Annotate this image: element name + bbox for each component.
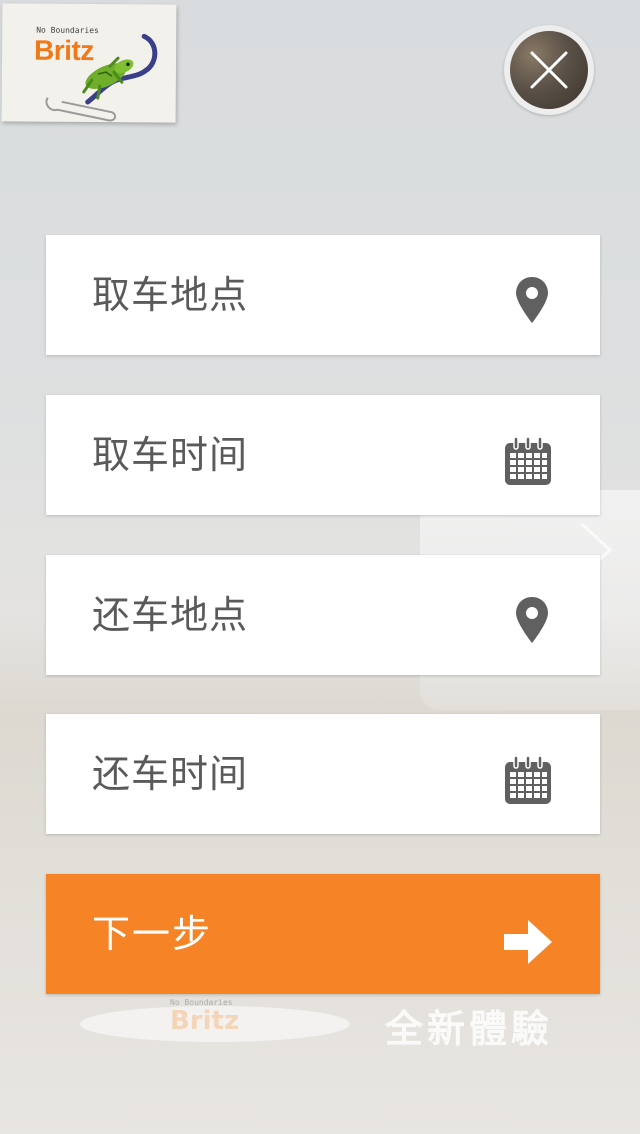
pickup-time-field[interactable]: 取车时间 bbox=[46, 395, 600, 515]
next-step-label: 下一步 bbox=[92, 912, 213, 956]
return-location-label: 还车地点 bbox=[92, 593, 249, 637]
background-brand-name: Britz bbox=[170, 1006, 240, 1036]
close-button[interactable] bbox=[504, 25, 594, 115]
return-location-field[interactable]: 还车地点 bbox=[46, 555, 600, 675]
pickup-location-field[interactable]: 取车地点 bbox=[46, 235, 600, 355]
location-pin-icon bbox=[516, 277, 548, 323]
background-brand-watermark: No Boundaries Britz 全新體驗 bbox=[80, 996, 600, 1056]
logo-brand-name: Britz bbox=[33, 34, 94, 67]
location-pin-icon bbox=[516, 597, 548, 643]
return-time-label: 还车时间 bbox=[92, 752, 249, 796]
next-step-button[interactable]: 下一步 bbox=[46, 874, 600, 994]
paperclip-icon bbox=[45, 97, 117, 122]
close-button-avatar bbox=[510, 31, 588, 109]
return-time-field[interactable]: 还车时间 bbox=[46, 714, 600, 834]
background-slogan: 全新體驗 bbox=[385, 1006, 554, 1051]
close-icon bbox=[530, 51, 568, 89]
pickup-time-label: 取车时间 bbox=[92, 433, 249, 477]
calendar-icon bbox=[505, 436, 551, 485]
calendar-icon bbox=[505, 755, 551, 804]
britz-logo: No Boundaries Britz bbox=[1, 3, 177, 123]
pickup-location-label: 取车地点 bbox=[92, 273, 249, 317]
arrow-right-icon bbox=[504, 920, 552, 964]
